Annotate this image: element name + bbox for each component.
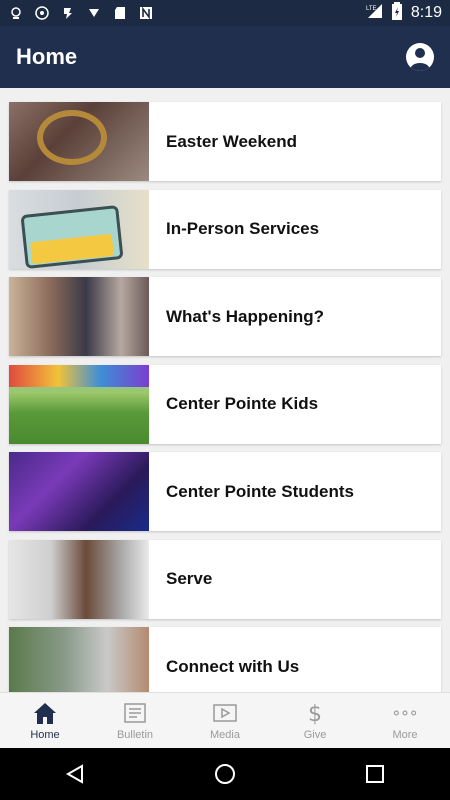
status-time: 8:19 bbox=[410, 4, 442, 21]
status-icons-right: LTE 8:19 bbox=[365, 2, 442, 24]
cast-icon bbox=[60, 5, 76, 21]
status-bar: LTE 8:19 bbox=[0, 0, 450, 26]
battery-icon bbox=[391, 2, 403, 24]
card-label: In-Person Services bbox=[166, 219, 320, 238]
bulletin-icon bbox=[122, 701, 148, 725]
card-label: Center Pointe Kids bbox=[166, 394, 319, 413]
media-icon bbox=[212, 701, 238, 725]
card-image-people bbox=[9, 277, 149, 356]
card-in-person-services[interactable]: In-Person Services bbox=[9, 189, 441, 269]
recents-button[interactable] bbox=[350, 754, 400, 794]
card-label: Center Pointe Students bbox=[166, 481, 354, 501]
sd-card-icon bbox=[112, 5, 128, 21]
card-whats-happening[interactable]: What's Happening? bbox=[9, 277, 441, 356]
home-icon bbox=[32, 701, 58, 725]
app-header: Home bbox=[0, 26, 450, 88]
card-image-serve bbox=[9, 539, 149, 619]
card-label: Serve bbox=[166, 569, 213, 588]
more-dots-icon bbox=[392, 701, 418, 725]
card-easter-weekend[interactable]: Easter Weekend bbox=[9, 102, 441, 181]
profile-icon bbox=[415, 48, 425, 58]
svg-text:LTE: LTE bbox=[366, 6, 377, 12]
bottom-nav: Home Bulletin Media $ Give More bbox=[0, 692, 450, 748]
nav-label: Give bbox=[303, 728, 327, 741]
card-image-connect bbox=[9, 627, 149, 692]
profile-button[interactable] bbox=[406, 43, 434, 71]
status-icons-left bbox=[8, 5, 154, 21]
card-image-students bbox=[9, 452, 149, 531]
nav-label: Media bbox=[210, 728, 240, 741]
n-app-icon bbox=[138, 5, 154, 21]
system-nav-bar bbox=[0, 748, 450, 800]
notification-icon bbox=[8, 5, 24, 21]
card-label: Easter Weekend bbox=[166, 131, 298, 151]
home-circle-icon bbox=[215, 764, 235, 784]
nav-home[interactable]: Home bbox=[0, 693, 90, 748]
download-icon bbox=[86, 5, 102, 21]
card-image-open-sign bbox=[9, 189, 149, 269]
card-center-pointe-students[interactable]: Center Pointe Students bbox=[9, 452, 441, 531]
card-serve[interactable]: Serve bbox=[9, 539, 441, 619]
card-label: What's Happening? bbox=[166, 306, 324, 326]
nav-bulletin[interactable]: Bulletin bbox=[90, 693, 180, 748]
location-icon bbox=[34, 5, 50, 21]
page-title: Home bbox=[16, 44, 78, 69]
back-button[interactable] bbox=[50, 754, 100, 794]
signal-icon: LTE bbox=[365, 3, 383, 23]
card-image-kids bbox=[9, 364, 149, 444]
nav-label: Home bbox=[30, 728, 60, 741]
nav-more[interactable]: More bbox=[360, 693, 450, 748]
card-image-easter bbox=[9, 102, 149, 181]
dollar-icon: $ bbox=[302, 701, 328, 725]
back-triangle-icon bbox=[65, 764, 83, 784]
card-center-pointe-kids[interactable]: Center Pointe Kids bbox=[9, 364, 441, 444]
card-label: Connect with Us bbox=[166, 656, 300, 676]
nav-media[interactable]: Media bbox=[180, 693, 270, 748]
nav-label: Bulletin bbox=[116, 728, 154, 741]
nav-label: More bbox=[392, 728, 418, 741]
home-system-button[interactable] bbox=[200, 754, 250, 794]
card-connect-with-us[interactable]: Connect with Us bbox=[9, 627, 441, 692]
recents-square-icon bbox=[366, 765, 384, 783]
content-list[interactable]: Easter Weekend In-Person Services What's… bbox=[0, 88, 450, 692]
nav-give[interactable]: $ Give bbox=[270, 693, 360, 748]
svg-text:$: $ bbox=[308, 702, 322, 725]
